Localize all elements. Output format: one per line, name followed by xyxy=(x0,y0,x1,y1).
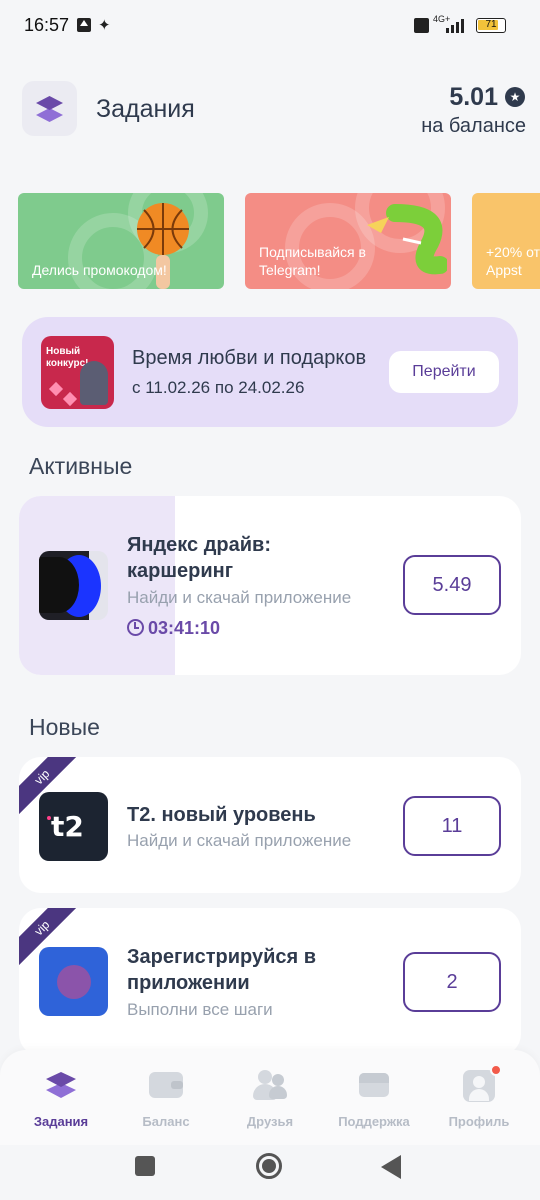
tab-label: Баланс xyxy=(142,1114,190,1129)
home-icon[interactable] xyxy=(256,1153,282,1179)
star-icon: ★ xyxy=(505,87,525,107)
layers-icon xyxy=(44,1070,78,1100)
bottom-tab-bar: Задания Баланс Друзья Поддержка Профиль xyxy=(0,1050,540,1145)
section-title-new: Новые xyxy=(29,714,100,740)
tab-friends[interactable]: Друзья xyxy=(220,1070,320,1129)
tab-tasks[interactable]: Задания xyxy=(11,1070,111,1129)
task-title: Яндекс драйв: каршеринг xyxy=(127,534,271,582)
task-timer: 03:41:10 xyxy=(127,618,220,639)
tab-profile[interactable]: Профиль xyxy=(429,1064,529,1129)
signal-icon xyxy=(446,17,468,33)
balance-value: 5.01 xyxy=(449,83,498,111)
task-subtitle: Найди и скачай приложение xyxy=(127,831,352,850)
balance-label: на балансе xyxy=(421,115,526,137)
app-register-icon xyxy=(39,947,108,1016)
tab-label: Друзья xyxy=(246,1114,294,1129)
recents-icon[interactable] xyxy=(135,1156,155,1176)
tab-support[interactable]: Поддержка xyxy=(324,1070,424,1129)
banner-telegram-text: Подписывайся в Telegram! xyxy=(259,244,366,278)
layers-icon xyxy=(36,96,63,122)
status-bar: 16:57 ✦ 4G+ 71 xyxy=(0,0,540,52)
app-logo xyxy=(22,81,77,136)
yandex-drive-icon xyxy=(39,551,108,620)
tab-label: Поддержка xyxy=(338,1114,410,1129)
friends-icon xyxy=(253,1070,287,1100)
snake-icon xyxy=(386,204,447,275)
heart-icon xyxy=(62,391,78,407)
heart-icon xyxy=(48,381,64,397)
volte-icon xyxy=(414,18,429,33)
battery-level: 71 xyxy=(485,19,497,30)
contest-dates: с 11.02.26 по 24.02.26 xyxy=(132,378,305,397)
t2-icon: t2 xyxy=(39,792,108,861)
task-subtitle: Найди и скачай приложение xyxy=(127,588,352,607)
character-icon xyxy=(80,361,108,405)
task-subtitle: Выполни все шаги xyxy=(127,1000,273,1019)
task-title: Т2. новый уровень xyxy=(127,804,316,826)
wallet-icon xyxy=(149,1070,183,1100)
section-title-active: Активные xyxy=(29,453,133,479)
contest-card[interactable]: Новый конкурс! Время любви и подарков с … xyxy=(22,317,518,427)
banner-promo[interactable]: Делись промокодом! xyxy=(18,193,224,289)
upload-icon xyxy=(77,18,91,32)
task-title: Зарегистрируйся в приложении xyxy=(127,946,317,994)
basketball-icon xyxy=(137,203,189,255)
task-reward-button[interactable]: 5.49 xyxy=(403,555,501,615)
battery-icon: 71 xyxy=(476,18,506,33)
banner-appstore-text: +20% от в Appst xyxy=(486,244,540,278)
page-title: Задания xyxy=(96,95,195,123)
contest-thumbnail: Новый конкурс! xyxy=(41,336,114,409)
task-reward-button[interactable]: 11 xyxy=(403,796,501,856)
mail-icon xyxy=(357,1070,391,1100)
back-icon[interactable] xyxy=(381,1155,401,1179)
task-card[interactable]: vip t2 Т2. новый уровень Найди и скачай … xyxy=(19,757,521,893)
banner-appstore[interactable]: +20% от в Appst xyxy=(472,193,540,289)
banner-telegram[interactable]: Подписывайся в Telegram! xyxy=(245,193,451,289)
tab-label: Задания xyxy=(33,1114,89,1129)
profile-icon xyxy=(462,1064,502,1102)
tab-label: Профиль xyxy=(448,1114,510,1129)
contest-go-button[interactable]: Перейти xyxy=(389,351,499,393)
clock-icon xyxy=(127,619,144,636)
banner-promo-text: Делись промокодом! xyxy=(32,262,167,278)
task-card[interactable]: Яндекс драйв: каршеринг Найди и скачай п… xyxy=(19,496,521,675)
system-nav-bar xyxy=(0,1145,540,1200)
notification-dot xyxy=(490,1064,502,1076)
task-reward-button[interactable]: 2 xyxy=(403,952,501,1012)
bird-icon: ✦ xyxy=(98,17,111,34)
tab-balance[interactable]: Баланс xyxy=(116,1070,216,1129)
status-time: 16:57 xyxy=(24,15,70,35)
task-card[interactable]: vip Зарегистрируйся в приложении Выполни… xyxy=(19,908,521,1056)
contest-title: Время любви и подарков xyxy=(132,347,367,369)
paper-plane-icon xyxy=(367,217,389,233)
